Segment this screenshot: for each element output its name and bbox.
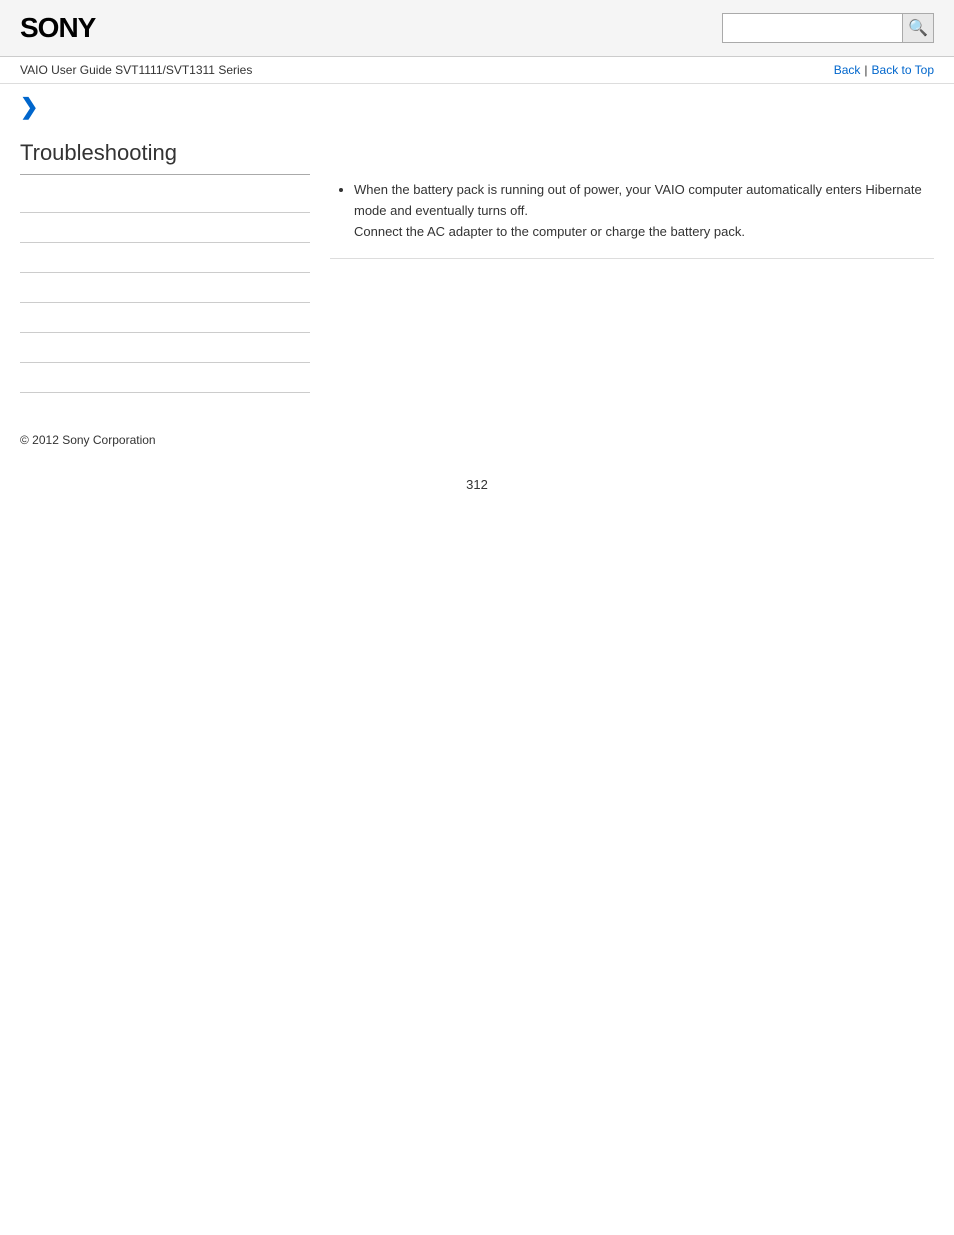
main-content: Troubleshooting	[0, 120, 954, 413]
search-input[interactable]	[722, 13, 902, 43]
page-header: SONY 🔍	[0, 0, 954, 57]
list-item	[20, 243, 310, 273]
sony-logo: SONY	[20, 12, 95, 44]
guide-title: VAIO User Guide SVT1111/SVT1311 Series	[20, 63, 252, 77]
page-number: 312	[0, 457, 954, 512]
nav-links: Back | Back to Top	[834, 63, 934, 77]
content-section: When the battery pack is running out of …	[330, 180, 934, 259]
bullet-text-1: When the battery pack is running out of …	[354, 182, 922, 218]
back-to-top-link[interactable]: Back to Top	[872, 63, 934, 77]
list-item	[20, 333, 310, 363]
list-item	[20, 273, 310, 303]
nav-separator: |	[864, 63, 867, 77]
footer-copyright: © 2012 Sony Corporation	[0, 413, 954, 457]
list-item: When the battery pack is running out of …	[354, 180, 934, 242]
list-item	[20, 303, 310, 333]
sidebar-title: Troubleshooting	[20, 140, 310, 175]
search-container: 🔍	[722, 13, 934, 43]
chevron-right-icon: ❯	[20, 94, 38, 120]
back-link[interactable]: Back	[834, 63, 861, 77]
content-list: When the battery pack is running out of …	[330, 180, 934, 242]
sidebar: Troubleshooting	[20, 140, 310, 393]
search-button[interactable]: 🔍	[902, 13, 934, 43]
sidebar-links	[20, 183, 310, 393]
search-icon: 🔍	[908, 18, 928, 38]
bullet-text-2: Connect the AC adapter to the computer o…	[354, 222, 934, 243]
copyright-text: © 2012 Sony Corporation	[20, 433, 156, 447]
list-item	[20, 183, 310, 213]
content-area: When the battery pack is running out of …	[330, 140, 934, 393]
list-item	[20, 213, 310, 243]
chevron-area: ❯	[0, 84, 954, 120]
list-item	[20, 363, 310, 393]
nav-bar: VAIO User Guide SVT1111/SVT1311 Series B…	[0, 57, 954, 84]
